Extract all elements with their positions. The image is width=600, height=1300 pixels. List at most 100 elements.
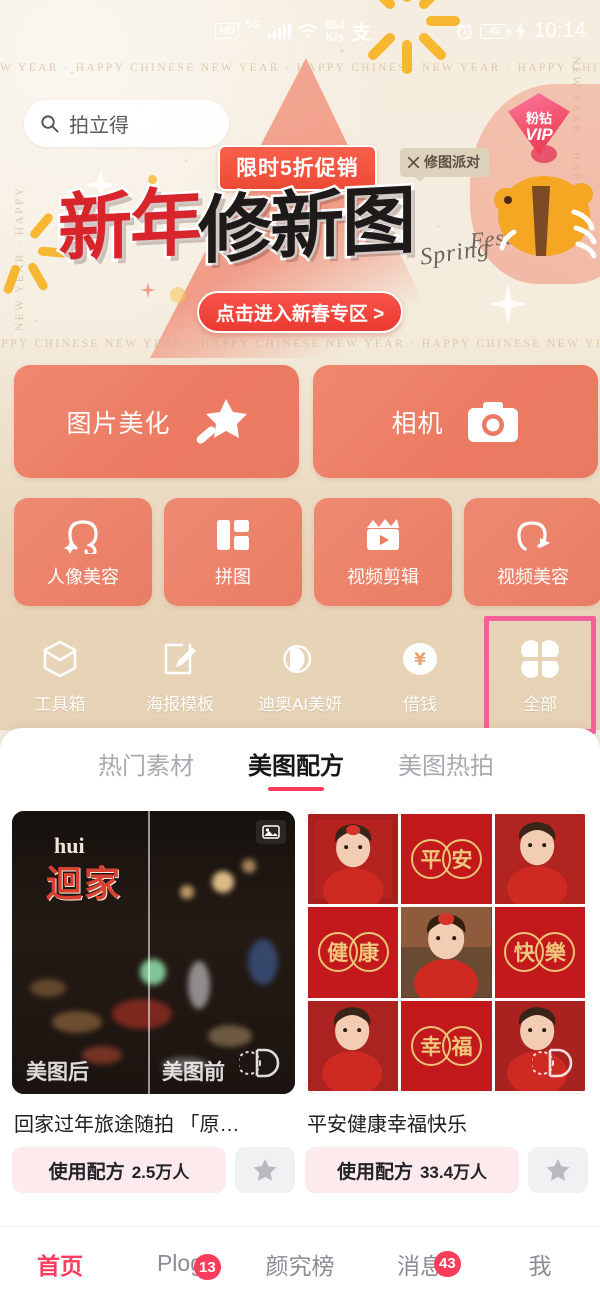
tile-video-edit[interactable]: 视频剪辑 xyxy=(314,498,452,606)
tile-video-beauty-label: 视频美容 xyxy=(497,566,569,587)
charging-icon xyxy=(516,22,526,40)
sparkle-icon-3 xyxy=(140,282,156,298)
tile-photo-beautify-label: 图片美化 xyxy=(66,409,171,438)
tile-collage-label: 拼图 xyxy=(215,566,251,587)
use-recipe-button[interactable]: 使用配方 33.4万人 xyxy=(305,1147,519,1193)
use-recipe-label: 使用配方 xyxy=(48,1161,125,1183)
collage-cell-photo xyxy=(308,814,399,905)
primary-feature-tiles: 图片美化 相机 xyxy=(14,365,598,478)
tile-video-beauty[interactable]: 视频美容 xyxy=(464,498,600,606)
svg-text:¥: ¥ xyxy=(414,650,426,670)
collage-cell-photo xyxy=(494,814,585,905)
use-recipe-count: 33.4万人 xyxy=(419,1162,488,1182)
alarm-icon xyxy=(457,23,472,39)
tile-portrait-beauty[interactable]: 人像美容 xyxy=(14,498,152,606)
signal-icon xyxy=(267,23,291,39)
battery-icon: 45 xyxy=(480,23,512,39)
tile-camera[interactable]: 相机 xyxy=(313,365,598,478)
scissors-icon xyxy=(407,156,420,168)
content-sheet: 热门素材 美图配方 美图热拍 hui 迴家 美图后 美图前 回家过年旅途随拍 「… xyxy=(0,728,600,1300)
nav-badge-messages: 43 xyxy=(434,1250,461,1277)
secondary-feature-tiles: 人像美容 拼图 视频剪辑 视频美容 xyxy=(14,498,600,606)
vip-badge-line2: VIP xyxy=(525,124,553,144)
nav-item-plog[interactable]: Plog 13 xyxy=(120,1250,240,1280)
battery-level: 45 xyxy=(488,25,500,37)
collage-cell-word: 快 樂 xyxy=(494,907,585,998)
favorite-button[interactable] xyxy=(235,1147,295,1193)
hd-icon: HD xyxy=(215,23,240,39)
quick-tool-all[interactable]: 全部 xyxy=(480,616,600,734)
collage-cell-word: 平 安 xyxy=(401,814,492,905)
poster-template-icon xyxy=(159,638,201,680)
content-tabs: 热门素材 美图配方 美图热拍 xyxy=(0,728,600,793)
recipe-card-list: hui 迴家 美图后 美图前 回家过年旅途随拍 「原… 使用配方 2.5万人 平… xyxy=(0,793,600,1193)
quick-tool-toolbox[interactable]: 工具箱 xyxy=(0,622,120,730)
nav-item-me[interactable]: 我 xyxy=(480,1247,600,1281)
bottom-navigation: 首页 Plog 13 颜究榜 消息 43 我 xyxy=(0,1226,600,1300)
collage-icon xyxy=(217,519,249,550)
status-bar-center: HD 5G 854 K/s 支 xyxy=(215,18,371,45)
star-icon xyxy=(546,1159,570,1181)
nav-item-home[interactable]: 首页 xyxy=(0,1247,120,1281)
party-tag[interactable]: 修图派对 xyxy=(400,148,489,182)
recipe-card-title: 平安健康幸福快乐 xyxy=(307,1114,467,1136)
use-recipe-count: 2.5万人 xyxy=(131,1162,190,1182)
dot-decoration-2 xyxy=(170,287,186,303)
quick-tool-loan[interactable]: ¥ 借钱 xyxy=(360,622,480,730)
vip-badge[interactable]: 粉钻 VIP xyxy=(508,93,570,155)
quick-tool-poster-template[interactable]: 海报模板 xyxy=(120,622,240,730)
search-bar[interactable]: 拍立得 xyxy=(24,100,229,147)
grid-all-icon xyxy=(519,638,561,680)
video-beauty-icon xyxy=(517,520,550,551)
yuan-loan-icon: ¥ xyxy=(399,638,441,680)
headline-black-part: 修新图 xyxy=(196,175,417,277)
recipe-card-media[interactable]: hui 迴家 美图后 美图前 xyxy=(12,811,295,1094)
quick-tool-dior-ai-beauty[interactable]: 迪奥AI美妍 xyxy=(240,622,360,730)
nav-item-me-label: 我 xyxy=(528,1252,552,1279)
tile-photo-beautify[interactable]: 图片美化 xyxy=(14,365,299,478)
collage-word: 福 xyxy=(441,1025,482,1066)
nav-item-home-label: 首页 xyxy=(37,1252,83,1279)
tab-meitu-recipes[interactable]: 美图配方 xyxy=(248,746,344,793)
nav-item-messages[interactable]: 消息 43 xyxy=(360,1247,480,1281)
tab-hot-materials[interactable]: 热门素材 xyxy=(98,746,194,793)
use-recipe-button[interactable]: 使用配方 2.5万人 xyxy=(12,1147,226,1193)
portrait-beauty-icon xyxy=(64,519,98,554)
party-tag-label: 修图派对 xyxy=(424,154,480,170)
search-input[interactable]: 拍立得 xyxy=(69,109,129,138)
vip-badge-line1: 粉钻 xyxy=(525,110,552,126)
recipe-overlay-cn: 迴家 xyxy=(46,863,123,904)
tile-camera-label: 相机 xyxy=(391,409,444,438)
quick-tools-row: 工具箱 海报模板 迪奥AI美妍 ¥ 借钱 全部 xyxy=(0,616,600,734)
collage-cell-photo xyxy=(401,907,492,998)
search-icon xyxy=(41,115,59,133)
headline-red-part: 新年 xyxy=(56,177,205,276)
tab-meitu-hot-shots[interactable]: 美图热拍 xyxy=(398,746,494,793)
tile-collage[interactable]: 拼图 xyxy=(164,498,302,606)
collage-word: 安 xyxy=(441,839,482,880)
toolbox-icon xyxy=(39,638,81,680)
recipe-card[interactable]: 平 安 健 康 快 樂 幸 福 平安健康幸福快乐 使用配方 33.4万人 xyxy=(305,811,588,1193)
watermark-icon xyxy=(532,1048,573,1078)
recipe-card-actions: 使用配方 33.4万人 xyxy=(305,1147,588,1193)
app-root: NEW YEAR · HAPPY CHINESE NEW YEAR · HAPP… xyxy=(0,0,600,1300)
before-label: 美图前 xyxy=(162,1061,225,1084)
collage-cell-word: 健 康 xyxy=(308,907,399,998)
network-type-label: 5G xyxy=(246,19,261,31)
recipe-card[interactable]: hui 迴家 美图后 美图前 回家过年旅途随拍 「原… 使用配方 2.5万人 xyxy=(12,811,295,1193)
sparkle-icon-2 xyxy=(488,284,528,324)
recipe-card-actions: 使用配方 2.5万人 xyxy=(12,1147,295,1193)
quick-tool-toolbox-label: 工具箱 xyxy=(34,694,86,714)
image-stack-icon[interactable] xyxy=(256,820,286,844)
collage-cell-photo xyxy=(308,1000,399,1091)
clock: 10:14 xyxy=(533,19,586,42)
use-recipe-label: 使用配方 xyxy=(336,1161,413,1183)
star-icon xyxy=(253,1159,277,1181)
favorite-button[interactable] xyxy=(528,1147,588,1193)
watermark-icon xyxy=(239,1048,280,1078)
tile-portrait-beauty-label: 人像美容 xyxy=(47,566,119,587)
camera-icon xyxy=(467,401,518,442)
recipe-card-media[interactable]: 平 安 健 康 快 樂 幸 福 xyxy=(305,811,588,1094)
enter-spring-zone-button[interactable]: 点击进入新春专区 > xyxy=(197,291,403,333)
nav-item-beauty-rank[interactable]: 颜究榜 xyxy=(240,1247,360,1281)
